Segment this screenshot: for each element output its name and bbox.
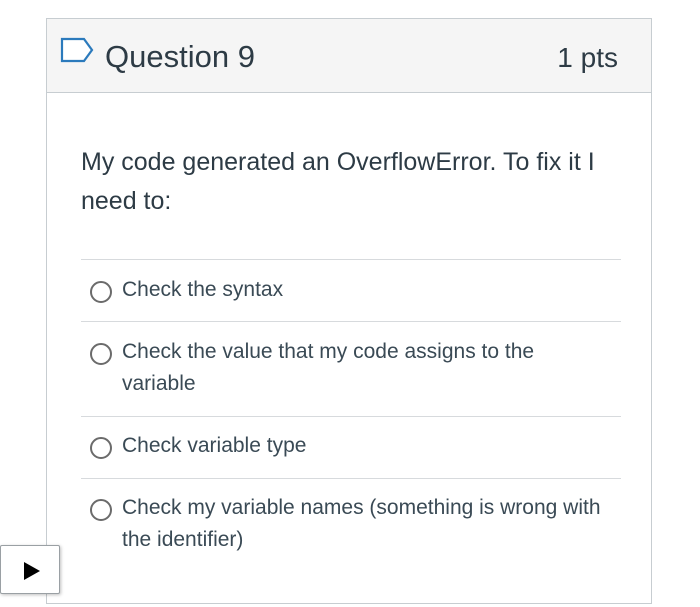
answer-label[interactable]: Check the syntax (122, 274, 602, 306)
answer-label[interactable]: Check the value that my code assigns to … (122, 336, 602, 400)
question-points: 1 pts (557, 42, 618, 73)
question-header: Question 9 1 pts (47, 19, 651, 93)
radio-button[interactable] (90, 437, 112, 459)
question-title: Question 9 (105, 39, 255, 74)
flag-question-icon[interactable] (60, 37, 94, 63)
answer-option-1[interactable]: Check the syntax (81, 260, 621, 321)
play-icon (24, 562, 40, 580)
radio-button[interactable] (90, 281, 112, 303)
answer-label[interactable]: Check my variable names (something is wr… (122, 492, 602, 556)
play-button[interactable] (0, 545, 60, 594)
answer-option-3[interactable]: Check variable type (81, 417, 621, 478)
answer-option-4[interactable]: Check my variable names (something is wr… (81, 479, 621, 573)
question-text: My code generated an OverflowError. To f… (81, 148, 595, 215)
answer-label[interactable]: Check variable type (122, 430, 602, 462)
radio-button[interactable] (90, 343, 112, 365)
question-card: Question 9 1 pts My code generated an Ov… (46, 18, 652, 604)
answer-option-2[interactable]: Check the value that my code assigns to … (81, 322, 621, 416)
radio-button[interactable] (90, 499, 112, 521)
answer-list: Check the syntax Check the value that my… (81, 259, 621, 573)
